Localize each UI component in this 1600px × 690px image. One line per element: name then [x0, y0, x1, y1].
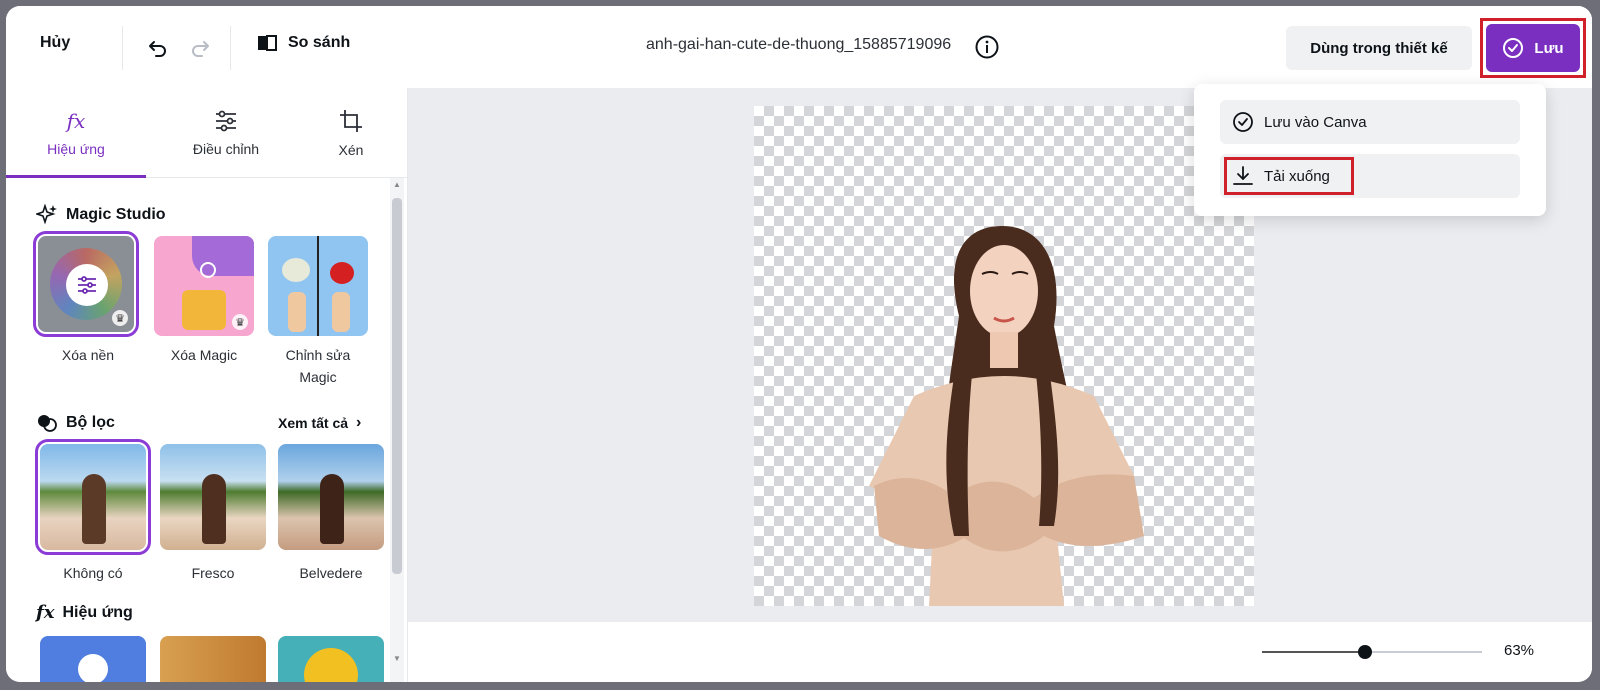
tab-adjust[interactable]: Điều chỉnh: [156, 88, 296, 178]
crop-icon: [340, 110, 362, 132]
sliders-icon: [66, 264, 108, 306]
zoom-slider-fill: [1262, 651, 1366, 653]
see-all-link[interactable]: Xem tất cả ›: [278, 414, 361, 432]
crown-icon: ♛: [232, 314, 248, 330]
save-dropdown-menu: Lưu vào Canva Tải xuống: [1194, 84, 1546, 216]
tab-label: Hiệu ứng: [47, 141, 105, 157]
file-name: anh-gai-han-cute-de-thuong_15885719096: [646, 36, 952, 53]
tile-caption: Belvedere: [299, 565, 363, 581]
filters-heading: Bộ lọc: [36, 412, 115, 434]
filter-belvedere-tile[interactable]: [278, 444, 384, 550]
tile-caption: Không có: [63, 565, 123, 581]
tab-effects[interactable]: fx Hiệu ứng: [6, 88, 146, 178]
top-bar: Hủy So sánh anh-gai-han-cute-de-thuong_1…: [6, 6, 1592, 88]
sliders-icon: [216, 110, 236, 132]
tab-crop[interactable]: Xén: [306, 88, 396, 178]
tile-caption: Fresco: [191, 565, 235, 581]
tile-caption: Xóa Magic: [170, 347, 238, 363]
section-title-text: Bộ lọc: [66, 414, 115, 431]
effect-tile[interactable]: [40, 636, 146, 682]
tile-caption: Xóa nền: [61, 347, 115, 363]
effects-heading: fx Hiệu ứng: [36, 602, 133, 623]
active-tab-indicator: [6, 175, 146, 178]
tab-label: Xén: [338, 142, 364, 158]
remove-bg-tile[interactable]: ♛: [33, 231, 139, 337]
panel-tabs: fx Hiệu ứng Điều chỉnh Xén: [6, 88, 408, 178]
crown-icon: ♛: [112, 310, 128, 326]
tile-caption: Chỉnh sửa Magic: [285, 347, 351, 385]
section-title-text: Hiệu ứng: [62, 603, 133, 621]
zoom-slider-handle[interactable]: [1358, 645, 1373, 659]
scroll-down-icon[interactable]: ▼: [393, 654, 401, 663]
tab-label: Điều chỉnh: [192, 141, 260, 157]
menu-item-label: Lưu vào Canva: [1264, 113, 1367, 131]
undo-icon[interactable]: [142, 32, 172, 62]
magic-eraser-tile[interactable]: ♛: [154, 236, 254, 336]
check-circle-icon: [1233, 112, 1253, 132]
filter-fresco-tile[interactable]: [160, 444, 266, 550]
divider: [122, 26, 123, 70]
redo-icon[interactable]: [186, 32, 216, 62]
magic-edit-tile[interactable]: [268, 236, 368, 336]
filter-icon: [38, 415, 57, 432]
fx-icon: fx: [36, 602, 55, 623]
download-highlight-box: [1224, 157, 1354, 195]
chevron-right-icon: ›: [356, 414, 362, 431]
image-canvas[interactable]: [754, 106, 1254, 606]
filter-none-tile[interactable]: [35, 439, 151, 555]
scrollbar-thumb[interactable]: [392, 198, 402, 574]
portrait-image: [869, 226, 1144, 606]
divider: [230, 26, 231, 70]
info-icon[interactable]: [974, 34, 1000, 60]
effect-tile[interactable]: [160, 636, 266, 682]
see-all-label: Xem tất cả: [278, 415, 349, 431]
editor-window: Hủy So sánh anh-gai-han-cute-de-thuong_1…: [6, 6, 1592, 682]
save-button[interactable]: Lưu: [1486, 24, 1580, 72]
save-label: Lưu: [1534, 39, 1564, 57]
check-circle-icon: [1503, 38, 1524, 58]
effect-tile[interactable]: [278, 636, 384, 682]
section-title-text: Magic Studio: [66, 206, 166, 223]
sparkle-icon: [36, 204, 57, 225]
use-in-design-button[interactable]: Dùng trong thiết kế: [1286, 26, 1472, 70]
compare-label: So sánh: [288, 34, 351, 51]
cancel-button[interactable]: Hủy: [40, 34, 70, 52]
magic-studio-heading: Magic Studio: [36, 204, 166, 226]
compare-button[interactable]: So sánh: [256, 32, 350, 54]
bottom-bar: 63%: [408, 622, 1592, 682]
scroll-up-icon[interactable]: ▲: [393, 180, 401, 189]
save-to-canva-item[interactable]: Lưu vào Canva: [1220, 100, 1520, 144]
side-panel: fx Hiệu ứng Điều chỉnh Xén ▲ ▼ Magic Stu…: [6, 88, 408, 682]
fx-icon: fx: [66, 109, 86, 133]
zoom-level[interactable]: 63%: [1504, 642, 1534, 659]
compare-icon: [258, 35, 277, 51]
